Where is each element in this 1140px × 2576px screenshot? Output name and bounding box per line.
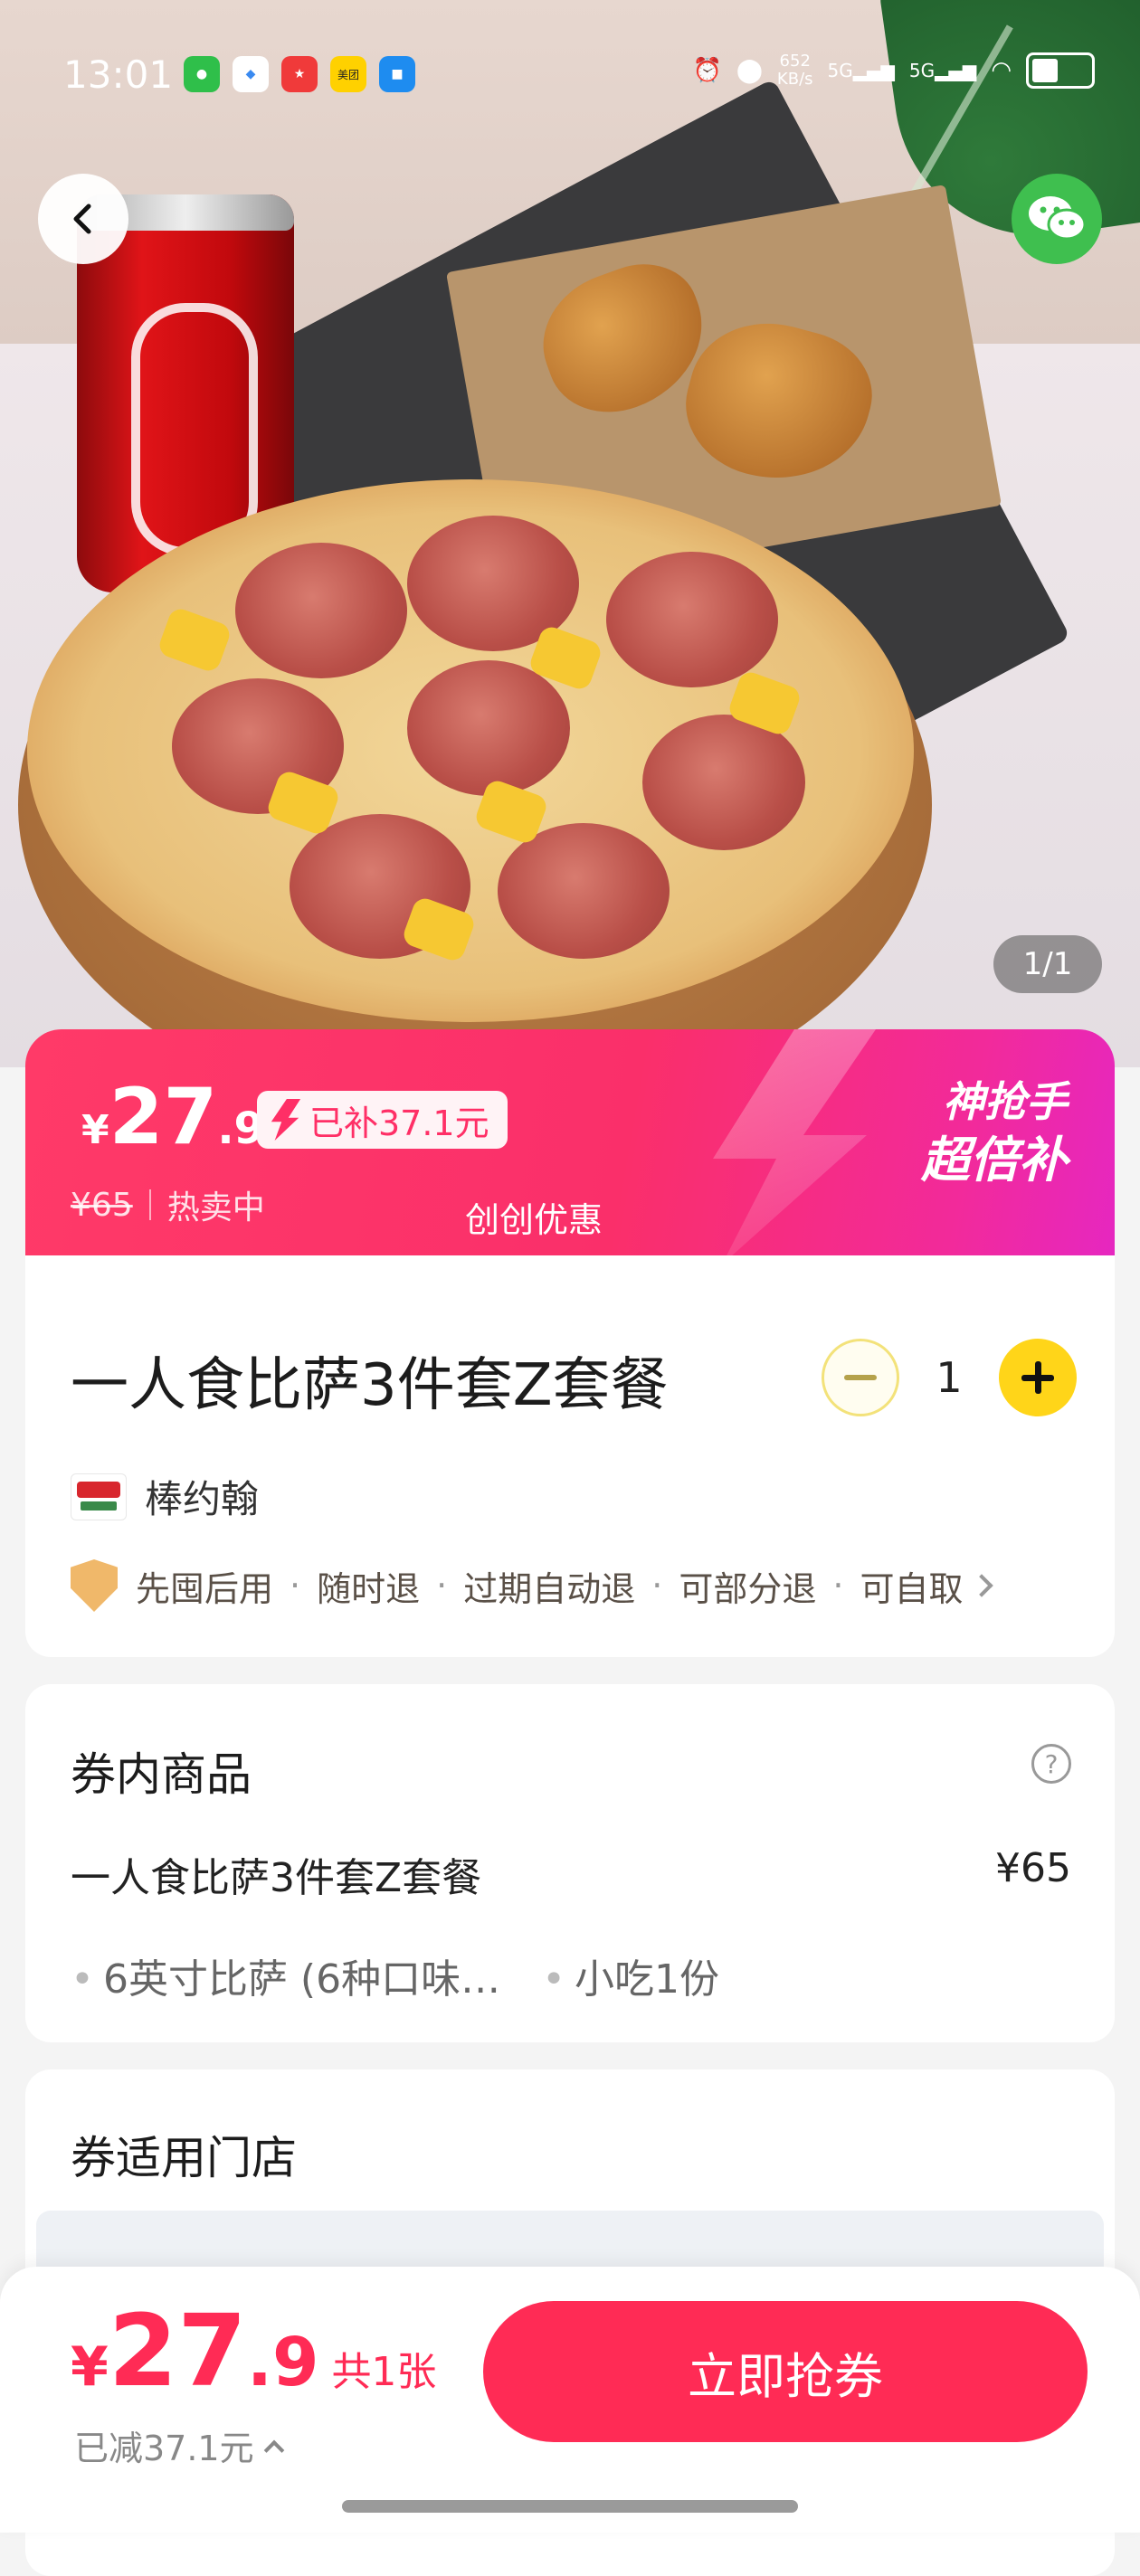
location-icon: ⬤ [736, 57, 763, 84]
original-price: ¥65 [71, 1186, 133, 1224]
app-icon-blue: ■ [379, 56, 415, 92]
wechat-icon [1029, 196, 1087, 241]
quantity-stepper: 1 [822, 1339, 1077, 1416]
original-price-line: ¥65 热卖中 [71, 1181, 265, 1228]
product-hero-image[interactable]: 13:01 ● ◆ ★ 美团 ■ ⏰ ⬤ 652 KB/s 5G▂▄▆ 5G▂▄… [0, 0, 1140, 1067]
meituan-icon: 美团 [330, 56, 366, 92]
guarantee-item: 可部分退 [679, 1568, 817, 1609]
separator: · [290, 1566, 301, 1605]
sub-item: 小吃1份 [542, 1946, 719, 2004]
subsidy-badge: 已补37.1元 [257, 1091, 508, 1149]
guarantee-row[interactable]: 先囤后用 · 随时退 · 过期自动退 · 可部分退 · 可自取 [71, 1559, 994, 1612]
campaign-label: 神抢手 超倍补 [921, 1075, 1068, 1192]
coupon-items-header: 券内商品 [71, 1748, 252, 1801]
brand-promo: 创创优惠 [465, 1200, 603, 1240]
coupon-items-card: 券内商品 ? 一人食比萨3件套Z套餐 ¥65 6英寸比萨 (6种口味… 小吃1份 [25, 1684, 1115, 2042]
price-integer: 27 [109, 1072, 218, 1162]
price-banner: ¥27.9 已补37.1元 ¥65 热卖中 创创优惠 神抢手 超倍补 [25, 1029, 1115, 1255]
guarantee-item: 过期自动退 [463, 1568, 636, 1609]
grab-coupon-button[interactable]: 立即抢券 [483, 2301, 1088, 2442]
guarantee-item: 随时退 [317, 1568, 421, 1609]
total-decimal: .9 [246, 2324, 319, 2401]
shop-name: 棒约翰 [145, 1477, 260, 1521]
signal-icon: 5G▂▄▆ [908, 60, 977, 81]
alarm-icon: ⏰ [692, 57, 722, 84]
guarantee-item: 可自取 [860, 1568, 964, 1609]
coupon-count: 共1张 [331, 2349, 437, 2395]
saved-amount: 已减37.1元 [74, 2429, 254, 2468]
lightning-icon [271, 1099, 301, 1141]
separator: · [436, 1566, 448, 1605]
signal-label: 5G [908, 60, 936, 81]
shop-logo [71, 1473, 127, 1520]
total-currency: ¥ [71, 2335, 109, 2399]
battery-icon [1026, 52, 1095, 89]
status-time: 13:01 [63, 52, 174, 97]
signal-label: 5G [827, 60, 853, 81]
status-bar: 13:01 ● ◆ ★ 美团 ■ ⏰ ⬤ 652 KB/s 5G▂▄▆ 5G▂▄… [0, 0, 1140, 99]
status-right-cluster: ⏰ ⬤ 652 KB/s 5G▂▄▆ 5G▂▄▆ ◠ [692, 52, 1095, 89]
coupon-item-row: 一人食比萨3件套Z套餐 ¥65 [71, 1845, 1071, 1903]
product-info-card: 一人食比萨3件套Z套餐 1 棒约翰 先囤后用 · 随时退 · 过期自动退 · 可… [25, 1255, 1115, 1657]
sale-status: 热卖中 [166, 1189, 265, 1226]
shield-icon [71, 1559, 118, 1612]
signal-icon: 5G▂▄▆ [827, 60, 895, 81]
campaign-line-1: 神抢手 [943, 1077, 1068, 1126]
separator: · [651, 1566, 663, 1605]
wifi-icon: ◠ [991, 57, 1012, 84]
chevron-left-icon [73, 204, 91, 234]
total-integer: 27 [108, 2293, 247, 2409]
pizza [27, 479, 914, 1022]
help-icon[interactable]: ? [1031, 1744, 1071, 1784]
stores-header: 券适用门店 [71, 2132, 297, 2184]
network-speed-unit: KB/s [776, 70, 813, 89]
price-currency: ¥ [81, 1107, 109, 1153]
app-icon: ★ [281, 56, 318, 92]
back-button[interactable] [38, 174, 128, 264]
chevron-up-icon [263, 2439, 284, 2460]
deal-price: ¥27.9 [81, 1078, 264, 1156]
coupon-item-price: ¥65 [995, 1845, 1071, 1891]
total-price: ¥ 27 .9 共1张 [71, 2301, 436, 2401]
network-speed: 652 KB/s [777, 52, 813, 89]
decrease-quantity-button[interactable] [822, 1339, 899, 1416]
bottom-action-bar: ¥ 27 .9 共1张 已减37.1元 立即抢券 [0, 2267, 1140, 2533]
coupon-item-name: 一人食比萨3件套Z套餐 [71, 1855, 482, 1901]
sub-item: 6英寸比萨 (6种口味… [71, 1946, 500, 2004]
chevron-right-icon [970, 1574, 994, 1597]
network-speed-value: 652 [779, 52, 811, 71]
wechat-icon: ● [184, 56, 220, 92]
divider [148, 1189, 151, 1220]
home-indicator[interactable] [342, 2500, 798, 2513]
share-wechat-button[interactable] [1012, 174, 1102, 264]
lightning-decoration [713, 1029, 876, 1255]
separator: · [832, 1566, 844, 1605]
subsidy-text: 已补37.1元 [309, 1103, 489, 1143]
saved-amount-toggle[interactable]: 已减37.1元 [74, 2420, 284, 2470]
product-title: 一人食比萨3件套Z套餐 [71, 1352, 669, 1419]
increase-quantity-button[interactable] [999, 1339, 1077, 1416]
quantity-value: 1 [936, 1353, 963, 1402]
shop-link[interactable]: 棒约翰 [71, 1469, 259, 1524]
coupon-sub-items: 6英寸比萨 (6种口味… 小吃1份 [71, 1946, 719, 2004]
campaign-line-2: 超倍补 [921, 1132, 1068, 1189]
guarantee-item: 先囤后用 [136, 1568, 274, 1609]
image-counter: 1/1 [993, 935, 1102, 993]
qq-icon: ◆ [233, 56, 269, 92]
